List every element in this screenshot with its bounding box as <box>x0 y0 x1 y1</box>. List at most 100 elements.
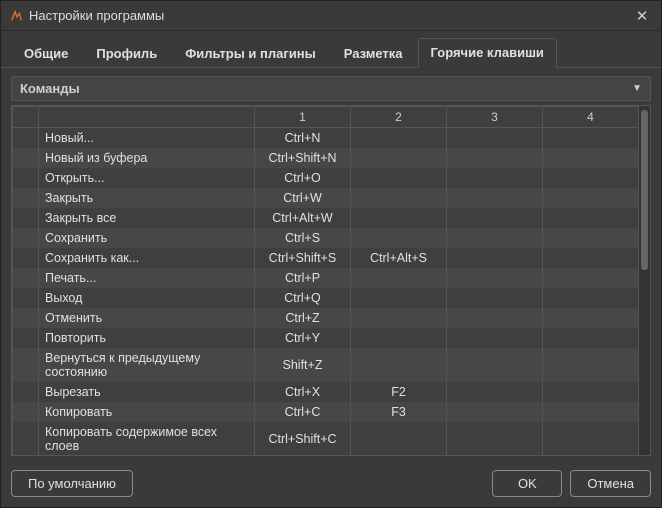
hotkey-cell[interactable]: Ctrl+P <box>255 268 351 288</box>
vertical-scrollbar[interactable] <box>638 106 650 455</box>
hotkey-cell[interactable] <box>351 188 447 208</box>
section-header-commands[interactable]: Команды ▼ <box>11 76 651 101</box>
tab-layout[interactable]: Разметка <box>331 39 416 68</box>
table-row[interactable]: Вернуться к предыдущему состояниюShift+Z <box>13 348 639 382</box>
row-icon <box>13 328 39 348</box>
cancel-button[interactable]: Отмена <box>570 470 651 497</box>
hotkey-cell[interactable] <box>447 248 543 268</box>
hotkey-cell[interactable] <box>351 422 447 455</box>
hotkey-cell[interactable] <box>351 268 447 288</box>
hotkey-cell[interactable] <box>543 248 639 268</box>
hotkey-cell[interactable]: Ctrl+Shift+S <box>255 248 351 268</box>
hotkey-cell[interactable] <box>447 148 543 168</box>
table-row[interactable]: Закрыть всеCtrl+Alt+W <box>13 208 639 228</box>
hotkey-cell[interactable] <box>447 422 543 455</box>
table-row[interactable]: Копировать содержимое всех слоевCtrl+Shi… <box>13 422 639 455</box>
table-row[interactable]: Печать...Ctrl+P <box>13 268 639 288</box>
col-command[interactable] <box>39 107 255 128</box>
hotkey-cell[interactable] <box>543 308 639 328</box>
hotkey-cell[interactable] <box>543 188 639 208</box>
hotkey-cell[interactable] <box>447 402 543 422</box>
table-row[interactable]: КопироватьCtrl+CF3 <box>13 402 639 422</box>
tab-content: Команды ▼ 1 2 3 4 <box>1 68 661 462</box>
tab-profile[interactable]: Профиль <box>83 39 170 68</box>
hotkey-cell[interactable] <box>351 288 447 308</box>
hotkey-cell[interactable] <box>543 402 639 422</box>
hotkey-cell[interactable]: Ctrl+S <box>255 228 351 248</box>
hotkey-cell[interactable] <box>543 208 639 228</box>
hotkey-cell[interactable] <box>351 148 447 168</box>
hotkey-cell[interactable] <box>543 288 639 308</box>
hotkey-cell[interactable]: Ctrl+Y <box>255 328 351 348</box>
hotkey-cell[interactable] <box>447 208 543 228</box>
hotkey-cell[interactable]: Ctrl+X <box>255 382 351 402</box>
hotkey-cell[interactable]: Ctrl+W <box>255 188 351 208</box>
hotkey-cell[interactable]: Ctrl+Shift+C <box>255 422 351 455</box>
ok-button[interactable]: OK <box>492 470 562 497</box>
table-row[interactable]: ВыходCtrl+Q <box>13 288 639 308</box>
hotkey-cell[interactable] <box>447 348 543 382</box>
hotkey-cell[interactable] <box>447 228 543 248</box>
hotkey-cell[interactable] <box>351 128 447 149</box>
hotkey-cell[interactable]: Ctrl+N <box>255 128 351 149</box>
hotkey-cell[interactable] <box>447 288 543 308</box>
hotkey-cell[interactable] <box>351 348 447 382</box>
table-row[interactable]: Сохранить как...Ctrl+Shift+SCtrl+Alt+S <box>13 248 639 268</box>
command-name: Открыть... <box>39 168 255 188</box>
col-4[interactable]: 4 <box>543 107 639 128</box>
hotkey-cell[interactable] <box>543 228 639 248</box>
hotkey-cell[interactable]: Ctrl+Alt+W <box>255 208 351 228</box>
hotkey-cell[interactable]: Ctrl+Z <box>255 308 351 328</box>
hotkey-cell[interactable] <box>543 328 639 348</box>
hotkey-cell[interactable] <box>543 148 639 168</box>
table-row[interactable]: СохранитьCtrl+S <box>13 228 639 248</box>
close-icon[interactable]: ✕ <box>631 7 653 25</box>
table-row[interactable]: Новый из буфераCtrl+Shift+N <box>13 148 639 168</box>
col-1[interactable]: 1 <box>255 107 351 128</box>
table-row[interactable]: ОтменитьCtrl+Z <box>13 308 639 328</box>
hotkey-cell[interactable]: F3 <box>351 402 447 422</box>
command-name: Повторить <box>39 328 255 348</box>
hotkey-cell[interactable]: Ctrl+C <box>255 402 351 422</box>
tab-hotkeys[interactable]: Горячие клавиши <box>418 38 557 68</box>
hotkey-cell[interactable] <box>351 208 447 228</box>
hotkey-cell[interactable] <box>543 348 639 382</box>
hotkey-cell[interactable] <box>543 382 639 402</box>
hotkey-cell[interactable] <box>351 228 447 248</box>
hotkey-cell[interactable] <box>447 308 543 328</box>
hotkey-cell[interactable] <box>351 328 447 348</box>
table-row[interactable]: ПовторитьCtrl+Y <box>13 328 639 348</box>
col-icon[interactable] <box>13 107 39 128</box>
hotkey-cell[interactable] <box>447 188 543 208</box>
row-icon <box>13 248 39 268</box>
hotkey-cell[interactable] <box>447 268 543 288</box>
hotkey-cell[interactable] <box>447 128 543 149</box>
col-3[interactable]: 3 <box>447 107 543 128</box>
section-title: Команды <box>20 81 80 96</box>
hotkey-cell[interactable] <box>543 268 639 288</box>
hotkey-cell[interactable] <box>543 128 639 149</box>
table-row[interactable]: ЗакрытьCtrl+W <box>13 188 639 208</box>
col-2[interactable]: 2 <box>351 107 447 128</box>
defaults-button[interactable]: По умолчанию <box>11 470 133 497</box>
hotkey-cell[interactable] <box>543 168 639 188</box>
hotkey-cell[interactable]: F2 <box>351 382 447 402</box>
hotkey-cell[interactable]: Ctrl+Shift+N <box>255 148 351 168</box>
hotkey-cell[interactable] <box>351 168 447 188</box>
titlebar: Настройки программы ✕ <box>1 1 661 31</box>
table-row[interactable]: Новый...Ctrl+N <box>13 128 639 149</box>
hotkey-cell[interactable] <box>543 422 639 455</box>
table-row[interactable]: Открыть...Ctrl+O <box>13 168 639 188</box>
hotkey-cell[interactable] <box>447 328 543 348</box>
hotkey-cell[interactable]: Ctrl+Q <box>255 288 351 308</box>
hotkey-cell[interactable] <box>447 168 543 188</box>
hotkey-cell[interactable] <box>351 308 447 328</box>
hotkey-cell[interactable] <box>447 382 543 402</box>
hotkey-cell[interactable]: Ctrl+Alt+S <box>351 248 447 268</box>
tab-filters[interactable]: Фильтры и плагины <box>172 39 329 68</box>
table-row[interactable]: ВырезатьCtrl+XF2 <box>13 382 639 402</box>
scroll-thumb[interactable] <box>641 110 648 270</box>
hotkey-cell[interactable]: Ctrl+O <box>255 168 351 188</box>
tab-general[interactable]: Общие <box>11 39 81 68</box>
hotkey-cell[interactable]: Shift+Z <box>255 348 351 382</box>
